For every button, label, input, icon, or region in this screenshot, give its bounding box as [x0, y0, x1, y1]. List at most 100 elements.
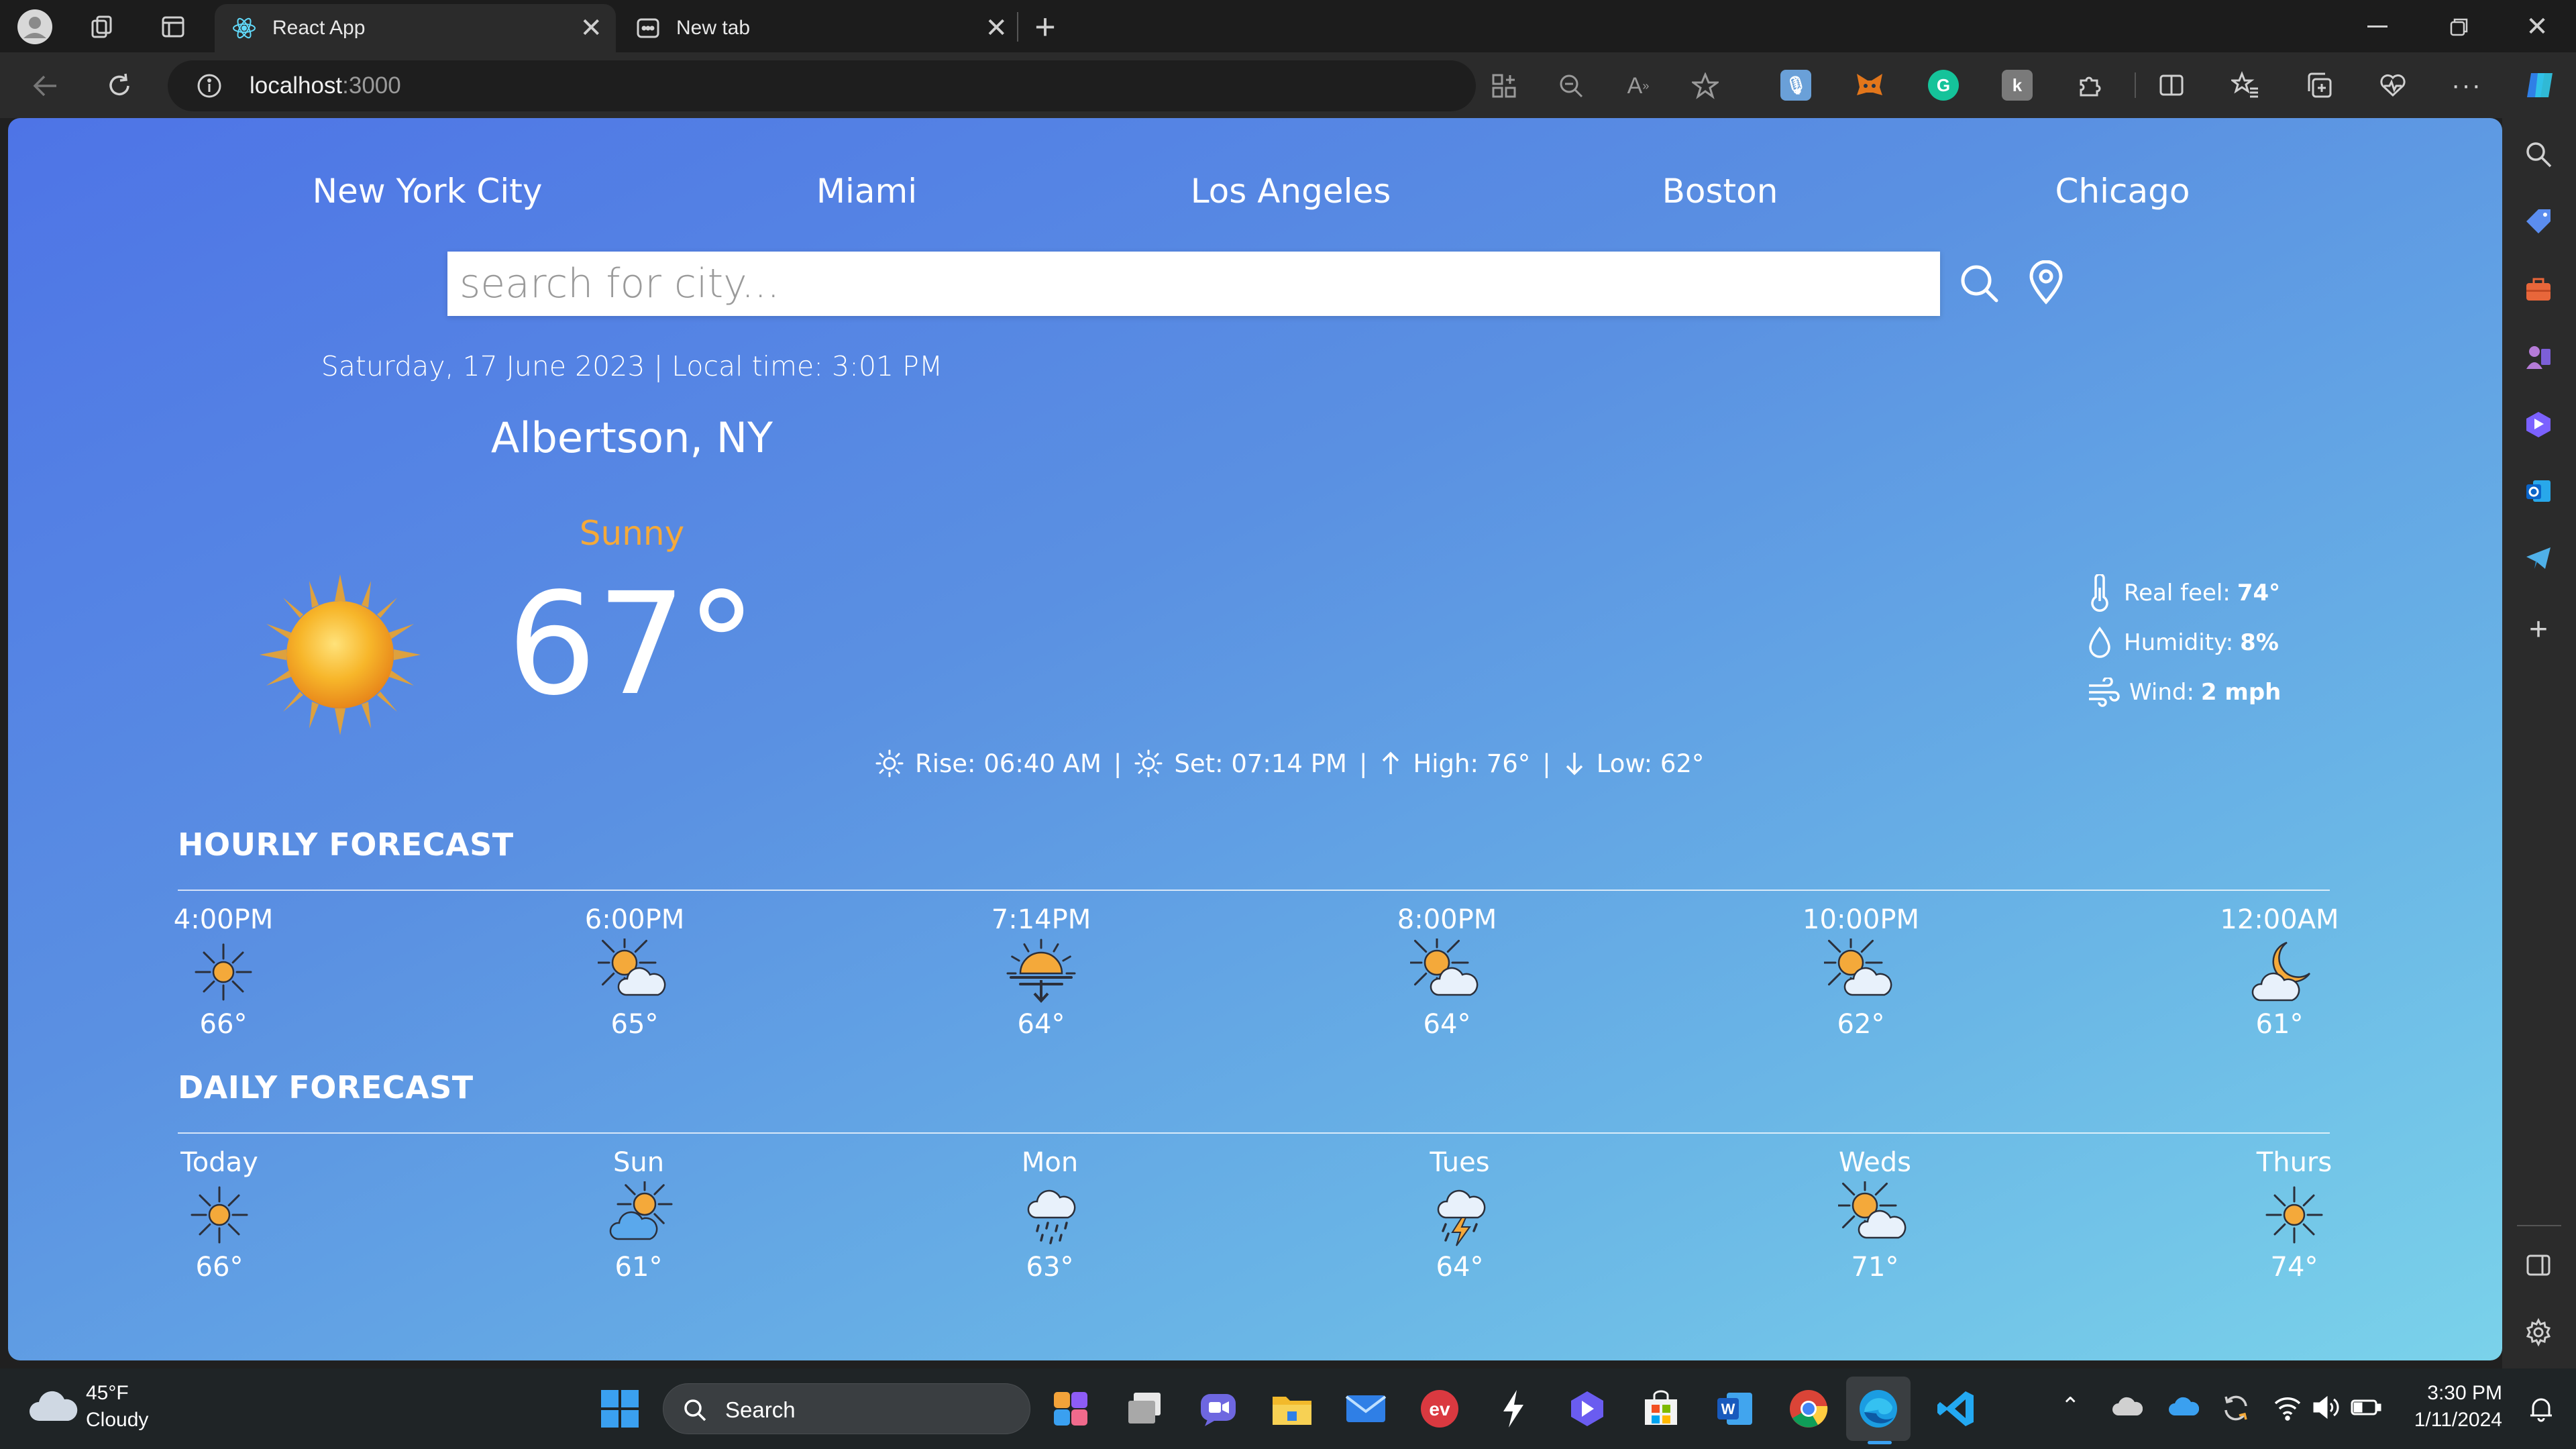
onedrive-sync-icon[interactable]	[2112, 1394, 2143, 1421]
sunset-text: Set: 07:14 PM	[1174, 749, 1347, 778]
address-bar[interactable]: localhost:3000 A»	[168, 60, 1719, 111]
start-button-icon[interactable]	[596, 1385, 644, 1433]
taskbar-weather-desc[interactable]: Cloudy	[86, 1409, 148, 1432]
teams-chat-icon[interactable]	[1194, 1385, 1242, 1433]
edge-browser-icon[interactable]	[1854, 1385, 1902, 1433]
refresh-button[interactable]	[101, 67, 138, 105]
tab-actions-icon[interactable]	[157, 11, 189, 43]
taskbar-clock-date[interactable]: 1/11/2024	[2402, 1409, 2502, 1432]
sun-details-row: Rise: 06:40 AM | Set: 07:14 PM | High: 7…	[875, 749, 1704, 778]
date-time-text: Saturday, 17 June 2023 | Local time: 3:0…	[321, 350, 943, 382]
grammarly-icon[interactable]: G	[1928, 70, 1959, 101]
daily-forecast-item: Weds 71°	[1768, 1147, 1982, 1283]
shopping-tag-icon[interactable]	[2521, 204, 2556, 239]
hourly-forecast-item: 12:00AM 61°	[2172, 904, 2387, 1040]
wifi-icon[interactable]	[2273, 1394, 2302, 1421]
extensions-puzzle-icon[interactable]	[2074, 70, 2105, 101]
task-view-icon[interactable]	[1120, 1385, 1169, 1433]
sun-icon	[112, 1178, 327, 1252]
sun-icon	[2187, 1178, 2402, 1252]
games-icon[interactable]	[2521, 339, 2556, 374]
edge-sidebar: +	[2502, 118, 2576, 1368]
chrome-icon[interactable]	[1784, 1385, 1833, 1433]
daily-forecast-label: Weds	[1838, 1147, 1912, 1178]
svg-text:ev: ev	[1429, 1399, 1450, 1419]
city-search-input[interactable]	[447, 252, 1940, 316]
humidity-stat: Humidity: 8%	[2086, 626, 2279, 659]
sync-update-icon[interactable]	[2220, 1393, 2251, 1424]
sidebar-settings-icon[interactable]	[2521, 1315, 2556, 1350]
search-icon	[684, 1399, 706, 1421]
copilot-app-icon[interactable]	[1563, 1385, 1611, 1433]
back-button[interactable]	[27, 67, 64, 105]
close-tab-icon[interactable]: ✕	[985, 13, 1008, 44]
mail-icon[interactable]	[1342, 1385, 1390, 1433]
extension-k-icon[interactable]: k	[2002, 70, 2033, 101]
file-explorer-icon[interactable]	[1268, 1385, 1316, 1433]
favorites-icon[interactable]	[2230, 70, 2261, 101]
onedrive-icon[interactable]	[2168, 1395, 2200, 1419]
metamask-fox-icon[interactable]	[1854, 70, 1885, 101]
city-link-los-angeles[interactable]: Los Angeles	[1191, 172, 1391, 211]
volume-icon[interactable]	[2312, 1394, 2341, 1421]
extension-mic-icon[interactable]: 🎙	[1780, 70, 1811, 101]
taskbar-search-box[interactable]: Search	[663, 1383, 1030, 1434]
taskbar-weather-temp[interactable]: 45°F	[86, 1382, 129, 1405]
url-text[interactable]: localhost:3000	[250, 72, 401, 99]
new-tab-button[interactable]: +	[1026, 7, 1064, 47]
location-pin-icon[interactable]	[2026, 260, 2066, 305]
city-link-chicago[interactable]: Chicago	[2055, 172, 2190, 211]
site-info-icon[interactable]	[195, 71, 224, 101]
zoom-out-icon[interactable]	[1556, 71, 1586, 101]
daily-forecast-label: Sun	[612, 1147, 665, 1178]
copilot-icon[interactable]	[2521, 66, 2560, 105]
expressvpn-icon[interactable]: ev	[1415, 1385, 1464, 1433]
restore-button[interactable]	[2440, 8, 2478, 46]
microsoft-store-icon[interactable]	[1637, 1385, 1685, 1433]
taskbar-clock-time[interactable]: 3:30 PM	[2402, 1382, 2502, 1405]
split-screen-icon[interactable]	[2156, 70, 2187, 101]
arrow-down-icon	[1566, 753, 1583, 775]
tab-new-tab[interactable]: New tab ✕	[624, 4, 1017, 52]
city-link-new-york[interactable]: New York City	[313, 172, 543, 211]
hide-sidebar-icon[interactable]	[2521, 1248, 2556, 1283]
search-icon[interactable]	[1957, 262, 2000, 305]
app-available-icon[interactable]	[1489, 71, 1519, 101]
tools-briefcase-icon[interactable]	[2521, 272, 2556, 307]
workspaces-icon[interactable]	[86, 11, 118, 43]
daily-forecast-item: Sun 61°	[531, 1147, 746, 1283]
more-options-icon[interactable]: ···	[2451, 70, 2482, 101]
wind-icon	[2089, 678, 2120, 707]
browser-title-bar: React App ✕ New tab ✕ + ✕	[0, 0, 2576, 52]
copilot-sidebar-icon[interactable]	[2521, 407, 2556, 441]
battery-icon[interactable]	[2351, 1397, 2381, 1418]
close-tab-icon[interactable]: ✕	[580, 13, 602, 44]
collections-icon[interactable]	[2304, 70, 2334, 101]
read-aloud-icon[interactable]: A»	[1623, 71, 1653, 101]
city-link-miami[interactable]: Miami	[816, 172, 917, 211]
bolt-app-icon[interactable]	[1489, 1385, 1538, 1433]
outlook-icon[interactable]	[2521, 474, 2556, 508]
sidebar-search-icon[interactable]	[2521, 137, 2556, 172]
cloudy-weather-icon[interactable]	[27, 1387, 80, 1428]
show-hidden-icons-chevron-icon[interactable]: ⌃	[2061, 1393, 2080, 1419]
sunset-icon	[1134, 749, 1163, 777]
droplet-icon	[2089, 627, 2110, 658]
hourly-forecast-label: 6:00PM	[584, 904, 685, 935]
notification-bell-icon[interactable]	[2528, 1395, 2555, 1422]
minimize-button[interactable]	[2359, 8, 2396, 46]
copilot-preview-icon[interactable]	[1046, 1385, 1095, 1433]
hourly-forecast-temp: 64°	[1017, 1009, 1065, 1040]
daily-forecast-label: Mon	[1021, 1147, 1079, 1178]
add-sidebar-app-icon[interactable]: +	[2521, 612, 2556, 647]
condition-text: Sunny	[579, 514, 685, 553]
tab-react-app[interactable]: React App ✕	[215, 4, 616, 52]
favorite-star-icon[interactable]	[1690, 71, 1720, 101]
word-icon[interactable]: W	[1711, 1385, 1759, 1433]
profile-avatar[interactable]	[16, 8, 54, 46]
vscode-icon[interactable]	[1932, 1385, 1980, 1433]
telegram-send-icon[interactable]	[2521, 541, 2556, 576]
browser-essentials-icon[interactable]	[2377, 70, 2408, 101]
close-window-button[interactable]: ✕	[2518, 8, 2556, 46]
city-link-boston[interactable]: Boston	[1662, 172, 1778, 211]
